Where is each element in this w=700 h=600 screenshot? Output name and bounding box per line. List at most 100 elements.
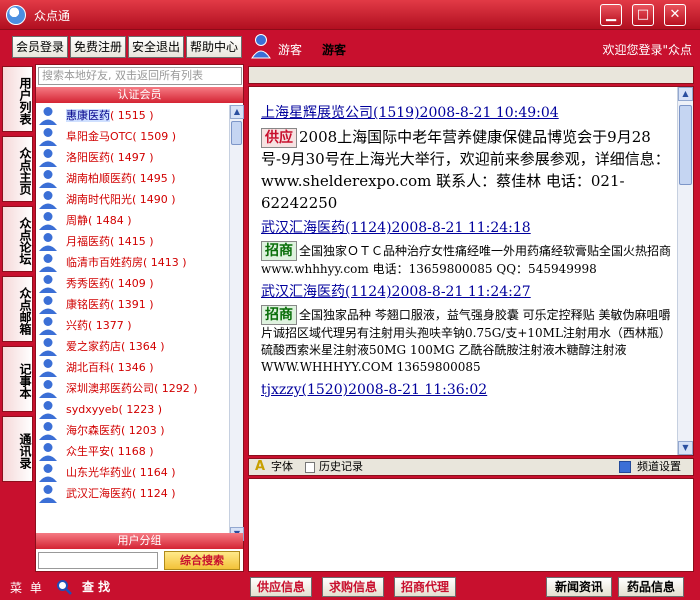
user-avatar-icon (39, 380, 57, 398)
scroll-up-icon[interactable]: ▲ (678, 87, 693, 101)
maximize-button[interactable]: □ (632, 4, 654, 26)
find-button[interactable]: 查 找 (82, 578, 110, 595)
minimize-button[interactable]: ▁ (600, 4, 622, 26)
combo-search-button[interactable]: 综合搜索 (164, 551, 240, 570)
user-name: 山东光华药业 (66, 466, 132, 479)
user-name: 湖南时代阳光 (66, 193, 132, 206)
help-button[interactable]: 帮助中心 (186, 36, 243, 58)
channel-settings-icon[interactable] (619, 461, 631, 473)
user-list-item[interactable]: 惠康医药( 1515 ) (36, 105, 229, 126)
history-button[interactable]: 历史记录 (319, 459, 363, 475)
user-name: 康铭医药 (66, 298, 110, 311)
user-list-item[interactable]: sydxyyeb( 1223 ) (36, 399, 229, 420)
user-count: ( 1495 ) (132, 172, 176, 185)
message-header-link[interactable]: 武汉汇海医药(1124)2008-8-21 11:24:18 (261, 218, 675, 238)
tab-home[interactable]: 众点主页 (2, 136, 33, 202)
scroll-thumb[interactable] (231, 121, 242, 145)
user-list-item[interactable]: 月福医药( 1415 ) (36, 231, 229, 252)
user-avatar-icon (251, 34, 271, 59)
user-groups-header[interactable]: 用户分组 (36, 533, 243, 549)
user-list-item[interactable]: 湖南时代阳光( 1490 ) (36, 189, 229, 210)
user-list-item[interactable]: 秀秀医药( 1409 ) (36, 273, 229, 294)
message-input-area[interactable] (248, 478, 694, 572)
user-list-item[interactable]: 洛阳医药( 1497 ) (36, 147, 229, 168)
bottom-bar: 菜 单 查 找 供应信息 求购信息 招商代理 新闻资讯 药品信息 (0, 574, 700, 600)
news-button[interactable]: 新闻资讯 (546, 577, 612, 597)
user-list-panel: 搜索本地好友, 双击返回所有列表 认证会员 惠康医药( 1515 ) 阜阳金马OT… (35, 64, 244, 572)
user-name: 洛阳医药 (66, 151, 110, 164)
user-list-item[interactable]: 湖南柏顺医药( 1495 ) (36, 168, 229, 189)
channel-settings-button[interactable]: 频道设置 (637, 459, 681, 475)
message-view: 上海星辉展览公司(1519)2008-8-21 10:49:04 供应 2008上海… (248, 86, 694, 456)
user-count: ( 1497 ) (110, 151, 154, 164)
tab-notepad[interactable]: 记事本 (2, 346, 33, 412)
menu-button[interactable]: 菜 单 (10, 579, 44, 596)
user-list-item[interactable]: 山东光华药业( 1164 ) (36, 462, 229, 483)
message-type-badge: 招商 (261, 241, 297, 261)
scroll-up-icon[interactable]: ▲ (230, 105, 244, 119)
user-list: 惠康医药( 1515 ) 阜阳金马OTC( 1509 ) 洛阳医药( 1497 ) 湖… (36, 105, 229, 541)
user-name: 阜阳金马OTC (66, 130, 133, 143)
scroll-down-icon[interactable]: ▼ (678, 441, 693, 455)
tab-mailbox[interactable]: 众点邮箱 (2, 276, 33, 342)
tab-forum[interactable]: 众点论坛 (2, 206, 33, 272)
purchase-info-button[interactable]: 求购信息 (322, 577, 384, 597)
user-name: 湖南柏顺医药 (66, 172, 132, 185)
user-list-item[interactable]: 兴药( 1377 ) (36, 315, 229, 336)
user-avatar-icon (39, 317, 57, 335)
user-avatar-icon (39, 359, 57, 377)
drug-info-button[interactable]: 药品信息 (618, 577, 684, 597)
content-header-bar (248, 66, 694, 84)
message-type-badge: 招商 (261, 305, 297, 325)
history-icon[interactable] (305, 462, 315, 473)
message-body: 招商 全国独家ＯＴＣ品种治疗女性痛经唯一外用药痛经软膏贴全国火热招商 www.wh… (261, 241, 675, 278)
user-list-item[interactable]: 湖北百科( 1346 ) (36, 357, 229, 378)
user-list-item[interactable]: 周静( 1484 ) (36, 210, 229, 231)
font-button[interactable]: 字体 (271, 459, 293, 475)
message-text: 全国独家品种 芩翘口服液，益气强身胶囊 可乐定控释贴 美敏伪麻咀嚼片诚招区域代理… (261, 308, 671, 374)
font-icon[interactable]: A (255, 459, 265, 475)
supply-info-button[interactable]: 供应信息 (250, 577, 312, 597)
user-avatar-icon (39, 338, 57, 356)
group-search-input[interactable] (38, 552, 158, 569)
message-text: 2008上海国际中老年营养健康保健品博览会于9月28号-9月30号在上海光大举行… (261, 128, 670, 212)
login-button[interactable]: 会员登录 (12, 36, 69, 58)
scroll-thumb[interactable] (679, 105, 692, 185)
user-list-item[interactable]: 阜阳金马OTC( 1509 ) (36, 126, 229, 147)
user-list-item[interactable]: 深圳澳邦医药公司( 1292 ) (36, 378, 229, 399)
search-icon[interactable] (56, 579, 72, 595)
message-text: 全国独家ＯＴＣ品种治疗女性痛经唯一外用药痛经软膏贴全国火热招商 www.whhh… (261, 244, 672, 276)
agency-info-button[interactable]: 招商代理 (394, 577, 456, 597)
close-button[interactable]: ✕ (664, 4, 686, 26)
user-list-item[interactable]: 康铭医药( 1391 ) (36, 294, 229, 315)
user-count: ( 1490 ) (132, 193, 176, 206)
user-name: 周静 (66, 214, 88, 227)
tab-user-list[interactable]: 用户列表 (2, 66, 33, 132)
certified-members-header[interactable]: 认证会员 (36, 87, 243, 103)
register-button[interactable]: 免费注册 (70, 36, 127, 58)
user-name: 月福医药 (66, 235, 110, 248)
message-header-link[interactable]: tjxzzy(1520)2008-8-21 11:36:02 (261, 380, 675, 400)
user-name: sydxyyeb (66, 403, 119, 416)
user-avatar-icon (39, 464, 57, 482)
user-count: ( 1223 ) (118, 403, 163, 416)
user-list-item[interactable]: 武汉汇海医药( 1124 ) (36, 483, 229, 504)
message-type-badge: 供应 (261, 128, 297, 148)
message-header-link[interactable]: 上海星辉展览公司(1519)2008-8-21 10:49:04 (261, 103, 675, 123)
user-avatar-icon (39, 233, 57, 251)
message-scrollbar[interactable]: ▲ ▼ (677, 87, 693, 455)
user-list-item[interactable]: 众生平安( 1168 ) (36, 441, 229, 462)
message-item: tjxzzy(1520)2008-8-21 11:36:02 (249, 380, 693, 400)
user-list-item[interactable]: 海尔森医药( 1203 ) (36, 420, 229, 441)
user-list-item[interactable]: 临清市百姓药房( 1413 ) (36, 252, 229, 273)
user-list-item[interactable]: 爱之家药店( 1364 ) (36, 336, 229, 357)
friend-search-input[interactable]: 搜索本地好友, 双击返回所有列表 (38, 67, 242, 85)
tab-contacts[interactable]: 通讯录 (2, 416, 33, 482)
user-list-scrollbar[interactable]: ▲ ▼ (229, 105, 244, 541)
user-avatar-icon (39, 149, 57, 167)
user-name: 兴药 (66, 319, 88, 332)
message-header-link[interactable]: 武汉汇海医药(1124)2008-8-21 11:24:27 (261, 282, 675, 302)
logout-button[interactable]: 安全退出 (128, 36, 185, 58)
user-name: 惠康医药 (66, 109, 110, 122)
user-avatar-icon (39, 485, 57, 503)
